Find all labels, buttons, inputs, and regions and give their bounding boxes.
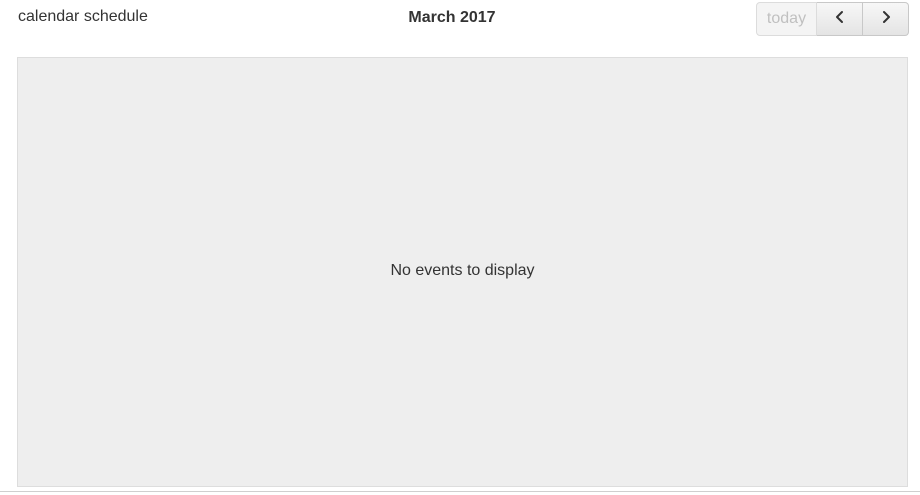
previous-button[interactable]	[817, 2, 863, 36]
next-button[interactable]	[863, 2, 909, 36]
bottom-divider	[0, 491, 920, 492]
chevron-left-icon	[833, 10, 847, 29]
schedule-list-view: No events to display	[17, 57, 908, 487]
navigation-button-group: today	[756, 2, 909, 36]
chevron-right-icon	[879, 10, 893, 29]
today-button[interactable]: today	[756, 2, 817, 36]
empty-message: No events to display	[390, 262, 535, 279]
